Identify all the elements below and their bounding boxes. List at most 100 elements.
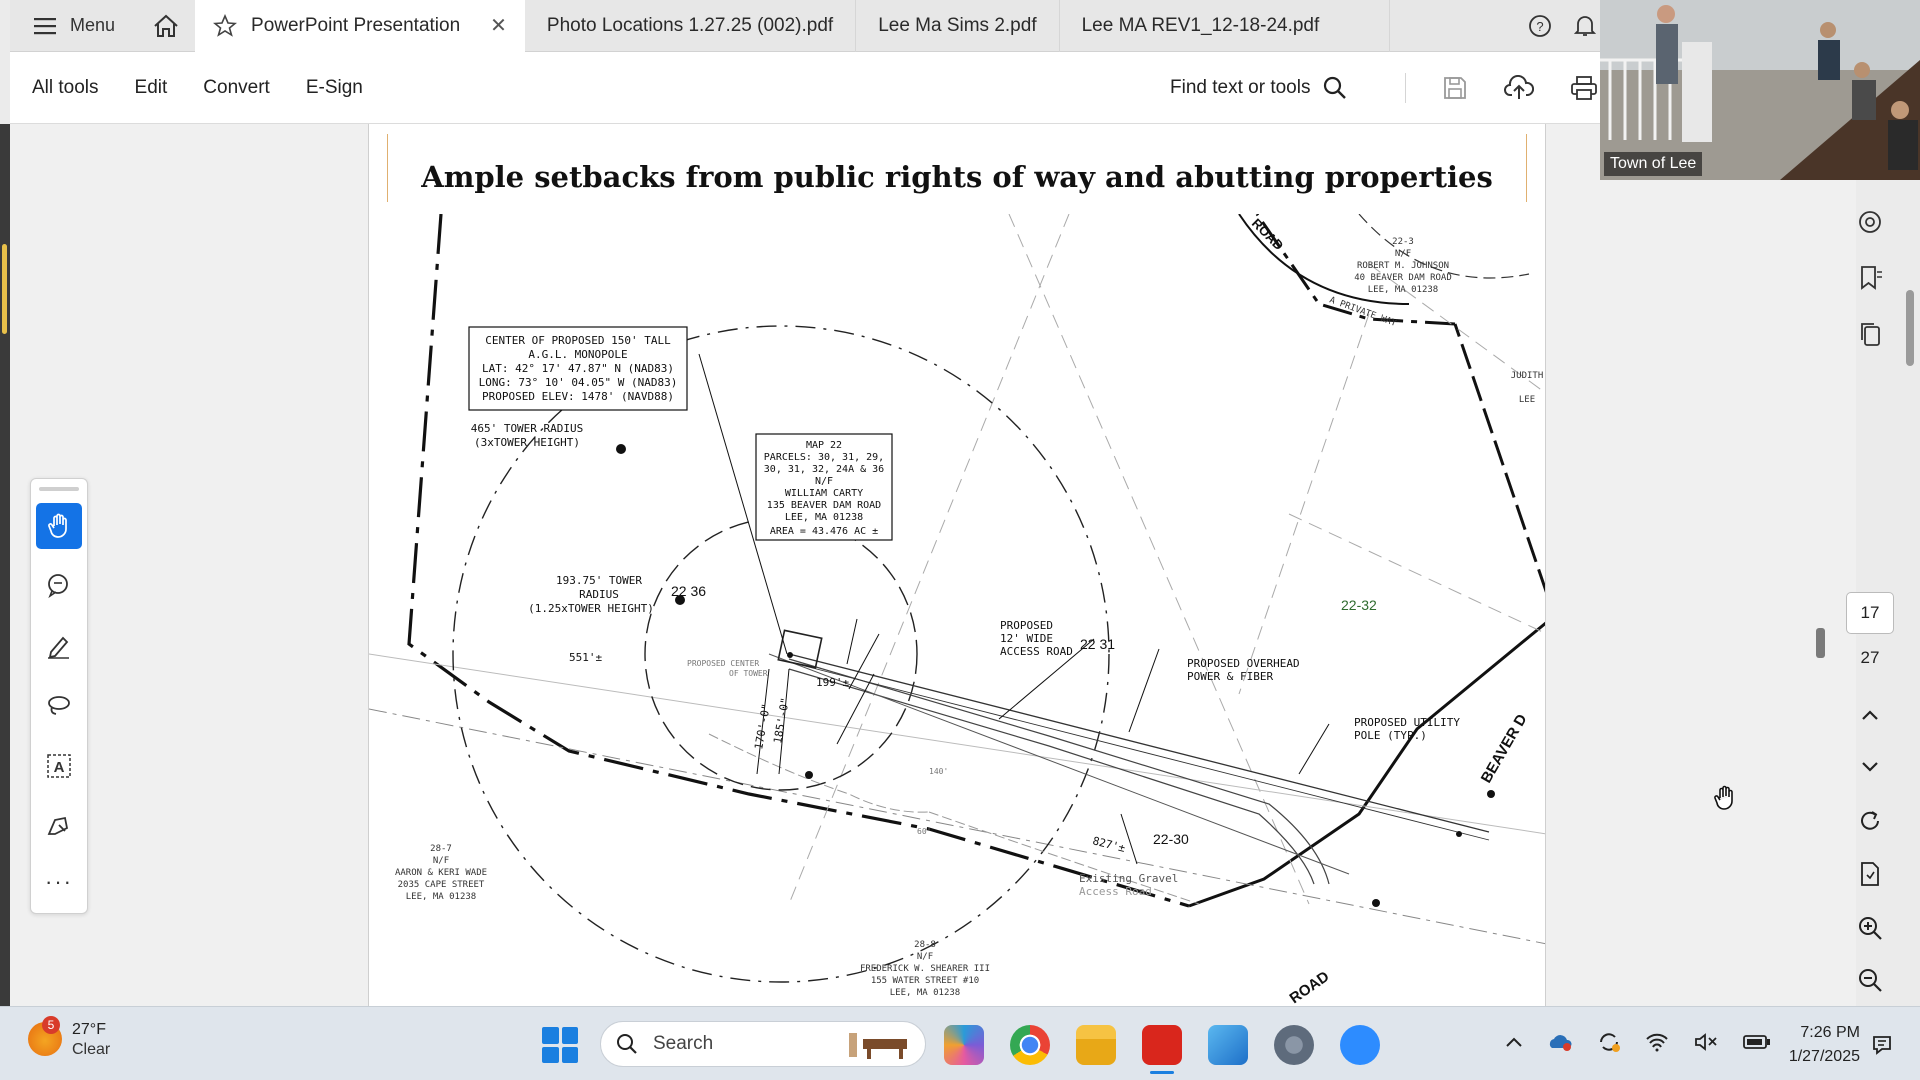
system-clock[interactable]: 7:26 PM 1/27/2025 [1770,1021,1860,1069]
zoom-in-button[interactable] [1840,908,1900,948]
search-highlight-icon [849,1033,907,1059]
lasso-icon [48,696,70,715]
judith-label-2: LEE [1519,395,1535,405]
convert-button[interactable]: Convert [203,77,270,99]
photos-app-icon[interactable] [1208,1025,1248,1065]
draw-tool-button[interactable] [36,683,82,729]
center-box-line-3: LAT: 42° 17' 47.87" N (NAD83) [482,362,674,375]
pen-icon [48,636,69,659]
find-tools-button[interactable]: Find text or tools [1170,75,1348,101]
wifi-icon[interactable] [1645,1032,1669,1052]
bookmark-icon [1861,266,1882,290]
tab-lee-ma-rev1[interactable]: Lee MA REV1_12-18-24.pdf [1060,0,1391,52]
tab-powerpoint-presentation[interactable]: PowerPoint Presentation ✕ [195,0,525,52]
weather-temperature: 27°F [72,1021,106,1038]
tab-label: PowerPoint Presentation [251,14,461,36]
johnson-label-3: ROBERT M. JOHNSON [1357,261,1449,271]
copy-pages-icon [1861,323,1880,346]
hand-tool-button[interactable] [36,503,82,549]
tower-465-label-1: 465' TOWER RADIUS [471,422,584,435]
windows-start-icon[interactable] [542,1027,578,1063]
notification-center-icon[interactable] [1870,1033,1894,1057]
parcel-box-line-7: LEE, MA 01238 [785,512,863,523]
onedrive-icon[interactable] [1547,1032,1573,1052]
copilot-app-icon[interactable] [944,1025,984,1065]
palette-grip-handle[interactable] [39,487,79,491]
zoom-app-icon[interactable] [1340,1025,1380,1065]
lot-22-30-label: 22-30 [1153,831,1189,847]
utility-pole-label-2: POLE (TYP.) [1354,729,1427,742]
page-down-button[interactable] [1840,746,1900,786]
tab-lee-ma-sims[interactable]: Lee Ma Sims 2.pdf [856,0,1060,52]
weather-badge: 5 [42,1016,60,1034]
all-tools-button[interactable]: All tools [32,77,99,99]
hand-icon [48,513,67,538]
hand-cursor-icon [1714,785,1733,810]
battery-icon[interactable] [1743,1034,1771,1050]
overhead-power-label-1: PROPOSED OVERHEAD [1187,657,1300,670]
taskbar-search-box[interactable]: Search [600,1021,926,1067]
lot-22-36-label: 22 36 [671,583,706,599]
sign-tool-button[interactable] [36,803,82,849]
proposed-center-label-1: PROPOSED CENTER [687,659,759,668]
wade-label-3: AARON & KERI WADE [395,868,487,878]
close-tab-icon[interactable]: ✕ [490,13,507,38]
zoom-out-button[interactable] [1840,960,1900,1000]
proposed-center-label-2: OF TOWER [729,669,768,678]
rotate-button[interactable] [1840,801,1900,841]
current-page-input[interactable]: 17 [1846,592,1894,634]
wade-label-2: N/F [433,856,449,866]
menu-button[interactable]: Menu [10,0,137,52]
total-pages-label: 27 [1860,648,1880,667]
cloud-upload-icon[interactable] [1504,74,1534,101]
more-icon: ··· [45,869,73,894]
more-tools-button[interactable]: ··· [36,859,82,905]
comments-panel-button[interactable] [1840,202,1900,242]
svg-text:?: ? [1536,19,1543,34]
weather-widget[interactable]: 5 27°F Clear [28,1016,110,1059]
home-button[interactable] [137,0,195,52]
vertical-scrollbar-thumb[interactable] [1906,290,1914,366]
notification-bell-icon[interactable] [1574,14,1596,38]
text-tool-button[interactable]: A [36,743,82,789]
parcel-box-line-3: 30, 31, 32, 24A & 36 [764,464,884,475]
parcel-box-line-6: 135 BEAVER DAM ROAD [767,500,881,511]
video-caption: Town of Lee [1604,152,1703,176]
signature-icon [47,816,69,835]
page-scroll-thumb[interactable] [1816,628,1825,658]
highlight-tool-button[interactable] [36,623,82,669]
svg-text:A: A [54,759,65,776]
tab-photo-locations[interactable]: Photo Locations 1.27.25 (002).pdf [525,0,857,52]
overhead-power-label-2: POWER & FIBER [1187,670,1273,683]
bookmarks-panel-button[interactable] [1840,258,1900,298]
active-app-indicator [1150,1071,1174,1074]
settings-app-icon[interactable] [1274,1025,1314,1065]
edit-button[interactable]: Edit [135,77,168,99]
print-icon[interactable] [1570,75,1598,101]
pages-panel-button[interactable] [1840,314,1900,354]
page-up-button[interactable] [1840,696,1900,736]
parcel-box-line-1: MAP 22 [806,440,842,451]
star-icon[interactable] [213,13,238,38]
road-bottom-label: ROAD [1287,968,1333,1006]
shearer-label-3: LEE, MA 01238 [890,988,960,998]
clock-date: 1/27/2025 [1788,1048,1860,1065]
lot-22-31-label: 22 31 [1080,636,1115,652]
acrobat-app-icon[interactable] [1142,1025,1182,1065]
help-icon[interactable]: ? [1528,14,1552,38]
volume-muted-icon[interactable] [1693,1032,1719,1052]
save-icon[interactable] [1442,75,1468,101]
file-explorer-icon[interactable] [1076,1025,1116,1065]
chevron-up-icon[interactable] [1505,1036,1523,1048]
access-road-label-2: 12' WIDE [1000,632,1053,645]
comment-tool-button[interactable] [36,563,82,609]
chrome-app-icon[interactable] [1010,1025,1050,1065]
sync-icon[interactable] [1597,1031,1621,1053]
johnson-label-4: 40 BEAVER DAM ROAD [1354,273,1452,283]
esign-button[interactable]: E-Sign [306,77,363,99]
video-feed-overlay[interactable]: Town of Lee [1600,0,1920,180]
page-extract-button[interactable] [1840,854,1900,894]
main-toolbar: All tools Edit Convert E-Sign Find text … [10,52,1600,124]
lot-22-32-label: 22-32 [1341,597,1377,613]
angle-60-label: 60' [917,827,931,836]
